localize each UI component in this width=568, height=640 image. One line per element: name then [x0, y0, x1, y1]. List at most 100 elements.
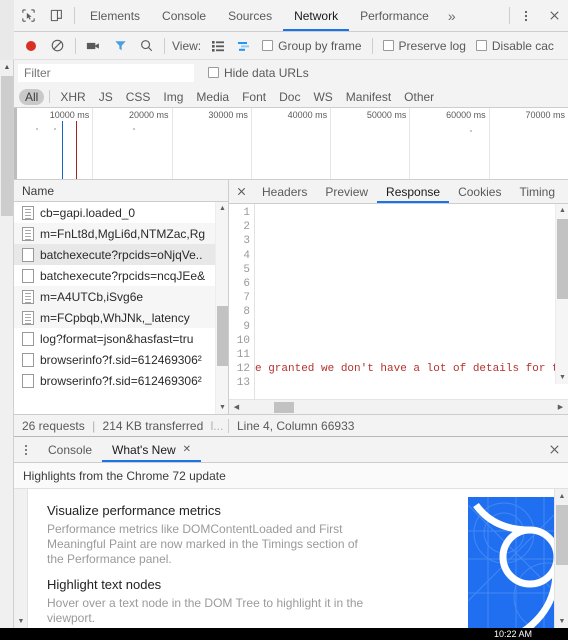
record-button[interactable]: [18, 33, 44, 59]
search-icon[interactable]: [133, 33, 159, 59]
scrollbar-thumb[interactable]: [1, 76, 13, 216]
tab-headers[interactable]: Headers: [253, 180, 316, 203]
page-vertical-scrollbar[interactable]: ▲: [0, 0, 14, 628]
close-icon[interactable]: [229, 180, 253, 203]
table-row[interactable]: browserinfo?f.sid=612469306²: [14, 349, 228, 370]
tab-timing[interactable]: Timing: [510, 180, 564, 203]
tab-console[interactable]: Console: [151, 0, 217, 31]
transferred-size: 214 KB transferred: [102, 418, 204, 433]
tab-cookies[interactable]: Cookies: [449, 180, 510, 203]
whats-new-item-title: Visualize performance metrics: [47, 503, 221, 518]
request-name: m=FCpbqb,WhJNk,_latency: [40, 310, 190, 325]
type-filter-xhr[interactable]: XHR: [54, 89, 91, 105]
device-toggle-icon[interactable]: [42, 0, 70, 31]
request-list-header[interactable]: Name: [14, 180, 228, 202]
table-row[interactable]: batchexecute?rpcids=ncqJEe&: [14, 265, 228, 286]
type-filter-other[interactable]: Other: [398, 89, 440, 105]
type-filter-js[interactable]: JS: [93, 89, 119, 105]
table-row[interactable]: m=A4UTCb,iSvg6e: [14, 286, 228, 307]
scroll-down-arrow-icon[interactable]: ▼: [14, 614, 28, 628]
response-horizontal-scrollbar[interactable]: ◀ ▶: [229, 399, 568, 414]
scroll-down-arrow-icon[interactable]: ▼: [216, 401, 228, 414]
scroll-up-arrow-icon[interactable]: ▲: [216, 202, 228, 215]
type-filter-doc[interactable]: Doc: [273, 89, 306, 105]
type-filter-img[interactable]: Img: [157, 89, 189, 105]
screenshot-camera-icon[interactable]: [81, 33, 107, 59]
table-row[interactable]: m=FCpbqb,WhJNk,_latency: [14, 307, 228, 328]
overview-activity-dot: [54, 128, 56, 130]
network-toolbar: View: Group by frame Preserve log Disabl…: [14, 32, 568, 60]
close-icon[interactable]: ✕: [183, 444, 191, 455]
resource-type-filters: All XHR JS CSS Img Media Font Doc WS Man…: [14, 86, 568, 108]
table-row[interactable]: m=FnLt8d,MgLi6d,NTMZac,Rg: [14, 223, 228, 244]
table-row[interactable]: cb=gapi.loaded_0: [14, 202, 228, 223]
os-taskbar: 10:22 AM: [0, 628, 568, 640]
checkbox-box[interactable]: [475, 40, 487, 51]
scrollbar-thumb[interactable]: [556, 505, 568, 565]
line-number: 5: [243, 263, 250, 276]
drawer-tab-console[interactable]: Console: [38, 437, 102, 462]
line-number: 1: [243, 207, 250, 219]
tab-preview[interactable]: Preview: [316, 180, 377, 203]
response-body[interactable]: 1 2 3 4 5 6 7 8 9 10 11 12 13 e granted …: [229, 204, 568, 399]
type-filter-font[interactable]: Font: [236, 89, 272, 105]
clear-icon[interactable]: [44, 33, 70, 59]
overview-activity-dot: [470, 130, 472, 132]
network-overview-timeline[interactable]: 10000 ms 20000 ms 30000 ms 40000 ms 5000…: [14, 108, 568, 180]
close-icon[interactable]: [540, 0, 568, 31]
document-icon: [22, 205, 34, 220]
scrollbar-thumb[interactable]: [274, 402, 294, 413]
request-list-scrollbar[interactable]: ▲ ▼: [215, 202, 228, 414]
scroll-left-arrow-icon[interactable]: ◀: [229, 403, 244, 411]
tab-network[interactable]: Network: [283, 0, 350, 31]
table-row[interactable]: log?format=json&hasfast=tru: [14, 328, 228, 349]
tab-response[interactable]: Response: [377, 180, 450, 203]
more-tabs-chevron-icon[interactable]: »: [440, 0, 464, 31]
kebab-menu-icon[interactable]: [512, 0, 540, 31]
scroll-right-arrow-icon[interactable]: ▶: [553, 403, 568, 411]
table-row[interactable]: batchexecute?rpcids=oNjqVe..: [14, 244, 228, 265]
type-filter-media[interactable]: Media: [190, 89, 235, 105]
tab-elements[interactable]: Elements: [79, 0, 151, 31]
whats-new-right-scrollbar[interactable]: ▲ ▼: [554, 489, 568, 628]
request-list-pane: Name cb=gapi.loaded_0 m=FnLt8d,MgLi6d,NT…: [14, 180, 229, 414]
checkbox-box[interactable]: [382, 40, 394, 51]
checkbox-box[interactable]: [262, 40, 274, 51]
waterfall-view-icon[interactable]: [231, 33, 257, 59]
type-filter-css[interactable]: CSS: [120, 89, 157, 105]
filter-input[interactable]: [18, 63, 194, 82]
scroll-up-arrow-icon[interactable]: ▲: [556, 204, 568, 217]
type-filter-ws[interactable]: WS: [307, 89, 338, 105]
scroll-down-arrow-icon[interactable]: ▼: [556, 371, 568, 384]
type-filter-all[interactable]: All: [19, 88, 45, 105]
scroll-up-arrow-icon[interactable]: ▲: [0, 60, 14, 74]
group-by-frame-checkbox[interactable]: Group by frame: [262, 39, 362, 53]
scrollbar-thumb[interactable]: [557, 219, 568, 299]
disable-cache-checkbox[interactable]: Disable cac: [475, 39, 554, 53]
tab-performance[interactable]: Performance: [349, 0, 440, 31]
drawer-tab-whats-new[interactable]: What's New ✕: [102, 437, 202, 462]
scrollbar-track-top[interactable]: [0, 0, 14, 60]
overview-interval: 30000 ms: [173, 108, 252, 179]
response-vertical-scrollbar[interactable]: ▲ ▼: [555, 204, 568, 384]
table-row[interactable]: browserinfo?f.sid=612469306²: [14, 370, 228, 391]
line-number: 6: [243, 278, 250, 291]
checkbox-box[interactable]: [208, 67, 219, 78]
type-filter-manifest[interactable]: Manifest: [340, 89, 397, 105]
scroll-down-arrow-icon[interactable]: ▼: [555, 614, 568, 628]
scroll-up-arrow-icon[interactable]: ▲: [555, 489, 568, 503]
request-list[interactable]: cb=gapi.loaded_0 m=FnLt8d,MgLi6d,NTMZac,…: [14, 202, 228, 414]
response-code-text[interactable]: e granted we don't have a lot of details…: [255, 204, 568, 399]
close-icon[interactable]: [540, 437, 568, 462]
filter-funnel-icon[interactable]: [107, 33, 133, 59]
scrollbar-thumb[interactable]: [217, 306, 228, 366]
overview-interval: 50000 ms: [331, 108, 411, 179]
preserve-log-checkbox[interactable]: Preserve log: [382, 39, 466, 53]
list-view-icon[interactable]: [205, 33, 231, 59]
blank-file-icon: [22, 247, 34, 262]
hide-data-urls-checkbox[interactable]: Hide data URLs: [208, 66, 309, 80]
tab-sources[interactable]: Sources: [217, 0, 283, 31]
inspect-cursor-icon[interactable]: [14, 0, 42, 31]
kebab-menu-icon[interactable]: [14, 437, 38, 462]
whats-new-left-scrollbar[interactable]: ▼: [14, 489, 28, 628]
